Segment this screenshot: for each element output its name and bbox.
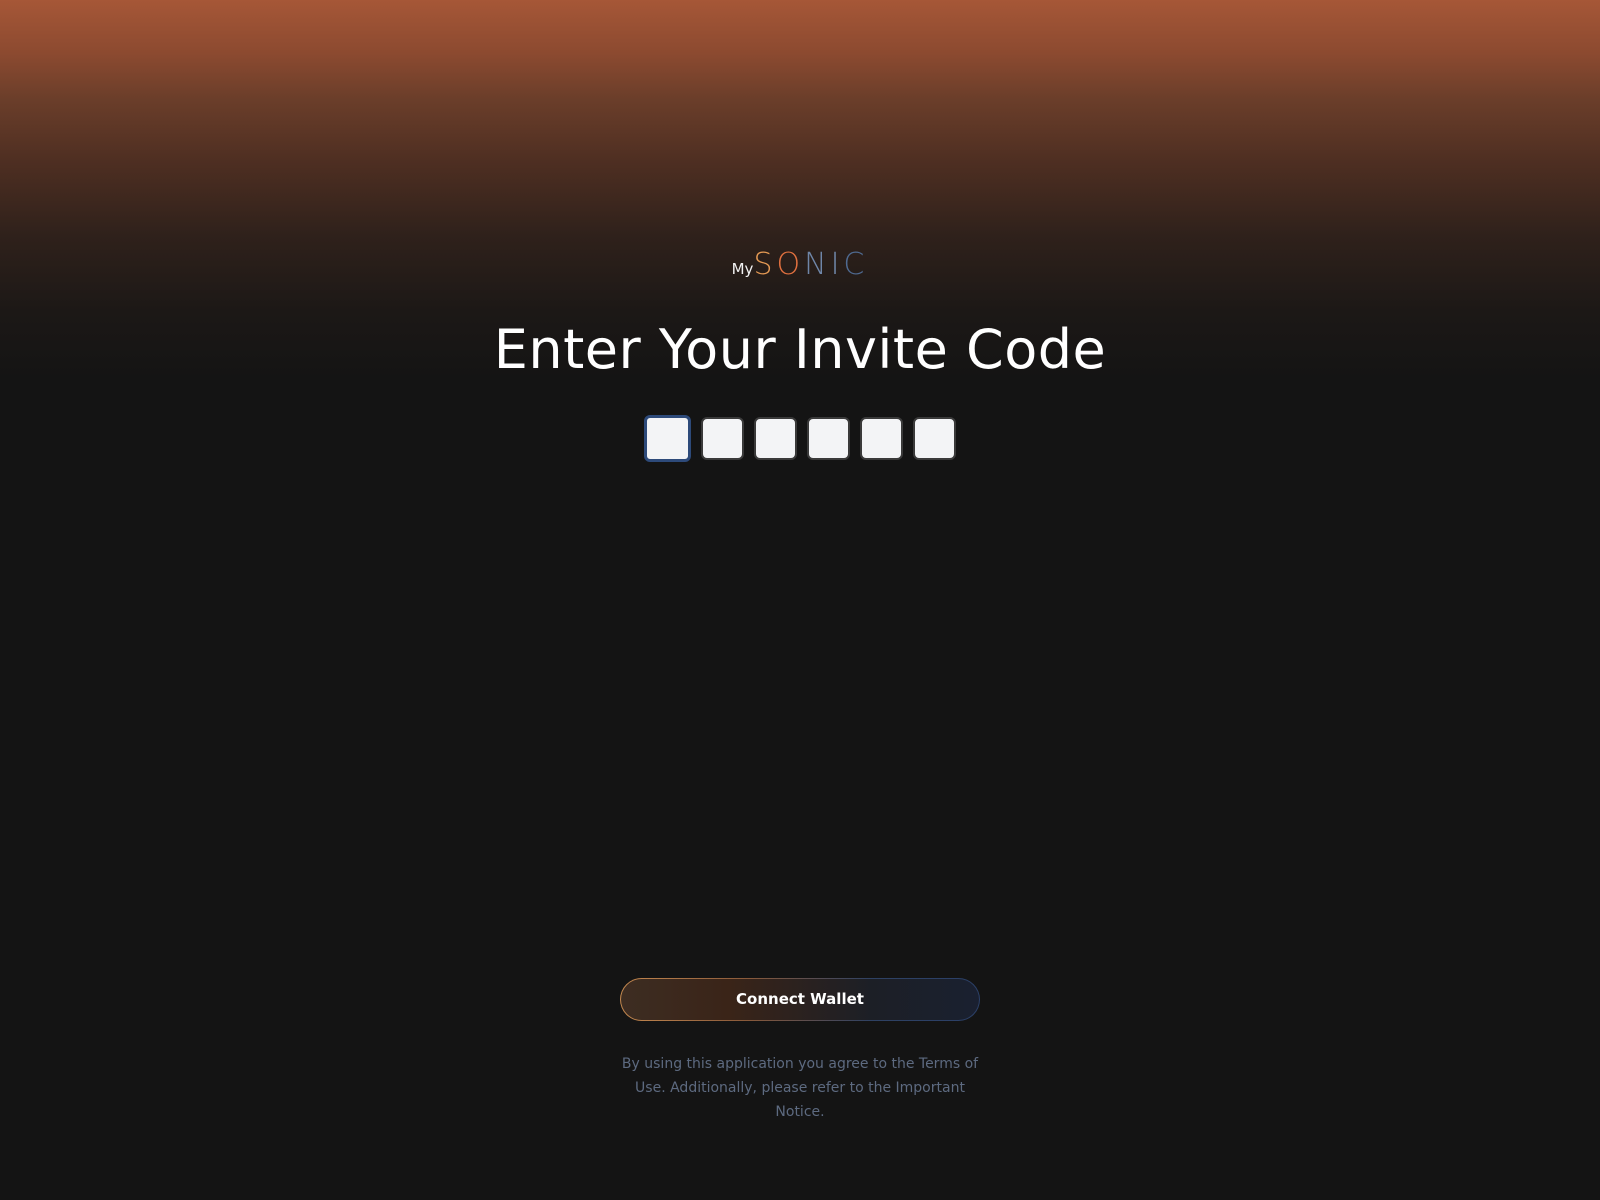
logo-letter: N xyxy=(804,247,831,282)
invite-code-digit-6[interactable] xyxy=(913,417,956,460)
logo-letter: I xyxy=(830,247,844,282)
logo-letter: S xyxy=(753,247,777,282)
mysonic-logo: MySONIC xyxy=(0,250,1600,280)
invite-code-input-group xyxy=(0,415,1600,462)
legal-notice: By using this application you agree to t… xyxy=(621,1056,979,1120)
invite-code-digit-4[interactable] xyxy=(807,417,850,460)
invite-code-digit-5[interactable] xyxy=(860,417,903,460)
connect-wallet-button[interactable]: Connect Wallet xyxy=(620,978,980,1021)
invite-code-digit-2[interactable] xyxy=(701,417,744,460)
logo-prefix: My xyxy=(731,260,754,278)
logo-wordmark: SONIC xyxy=(753,250,868,280)
invite-code-digit-1[interactable] xyxy=(644,415,691,462)
page-title: Enter Your Invite Code xyxy=(493,318,1107,381)
logo-letter: O xyxy=(776,247,805,282)
invite-code-digit-3[interactable] xyxy=(754,417,797,460)
logo-letter: C xyxy=(843,247,869,282)
